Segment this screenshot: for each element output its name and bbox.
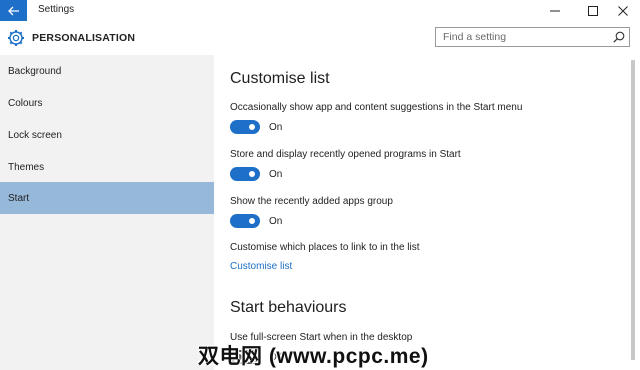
- sidebar-item-background[interactable]: Background: [0, 55, 214, 87]
- section-heading-customise-list: Customise list: [230, 70, 330, 87]
- scrollbar[interactable]: [626, 55, 640, 370]
- recently-added-toggle[interactable]: [230, 214, 260, 228]
- toggle-row-suggestions: On: [230, 120, 282, 134]
- setting-label-recent-programs: Store and display recently opened progra…: [230, 149, 461, 160]
- scroll-thumb[interactable]: [631, 60, 635, 360]
- page-title: PERSONALISATION: [32, 32, 136, 44]
- minimize-icon: [550, 10, 560, 11]
- search-box[interactable]: [435, 27, 630, 47]
- sidebar-item-start[interactable]: Start: [0, 182, 214, 214]
- toggle-state-label: On: [269, 215, 283, 227]
- sidebar-item-label: Start: [8, 192, 30, 204]
- setting-label-recently-added: Show the recently added apps group: [230, 196, 393, 207]
- toggle-state-label: On: [269, 168, 283, 180]
- setting-label-places: Customise which places to link to in the…: [230, 242, 420, 253]
- toggle-state-label: On: [269, 121, 283, 133]
- sidebar-item-lock-screen[interactable]: Lock screen: [0, 119, 214, 151]
- toggle-row-recently-added: On: [230, 214, 282, 228]
- toggle-row-recent-programs: On: [230, 167, 282, 181]
- maximize-button[interactable]: [576, 0, 610, 21]
- sidebar-item-colours[interactable]: Colours: [0, 87, 214, 119]
- sidebar-item-themes[interactable]: Themes: [0, 151, 214, 183]
- back-button[interactable]: [0, 0, 27, 21]
- sidebar-item-label: Colours: [8, 97, 43, 109]
- search-input[interactable]: [436, 28, 606, 46]
- back-arrow-icon: [7, 6, 19, 15]
- sidebar-item-label: Themes: [8, 161, 45, 173]
- setting-label-suggestions: Occasionally show app and content sugges…: [230, 102, 523, 113]
- app-title: Settings: [38, 4, 75, 15]
- search-icon[interactable]: [613, 31, 625, 43]
- sidebar-item-label: Lock screen: [8, 129, 62, 141]
- title-bar: Settings: [0, 0, 640, 21]
- section-heading-start-behaviours: Start behaviours: [230, 299, 347, 316]
- maximize-icon: [588, 5, 598, 16]
- close-icon: [618, 5, 628, 16]
- suggestions-toggle[interactable]: [230, 120, 260, 134]
- recent-programs-toggle[interactable]: [230, 167, 260, 181]
- close-button[interactable]: [606, 0, 640, 21]
- page-header: PERSONALISATION: [0, 21, 640, 55]
- watermark: 双电网 (www.pcpc.me): [198, 345, 429, 368]
- settings-content: Customise list Occasionally show app and…: [214, 55, 626, 370]
- minimize-button[interactable]: [538, 0, 572, 21]
- gear-icon: [8, 30, 24, 46]
- sidebar: Background Colours Lock screen Themes St…: [0, 55, 214, 370]
- sidebar-item-label: Background: [8, 65, 62, 77]
- customise-list-link[interactable]: Customise list: [230, 261, 292, 272]
